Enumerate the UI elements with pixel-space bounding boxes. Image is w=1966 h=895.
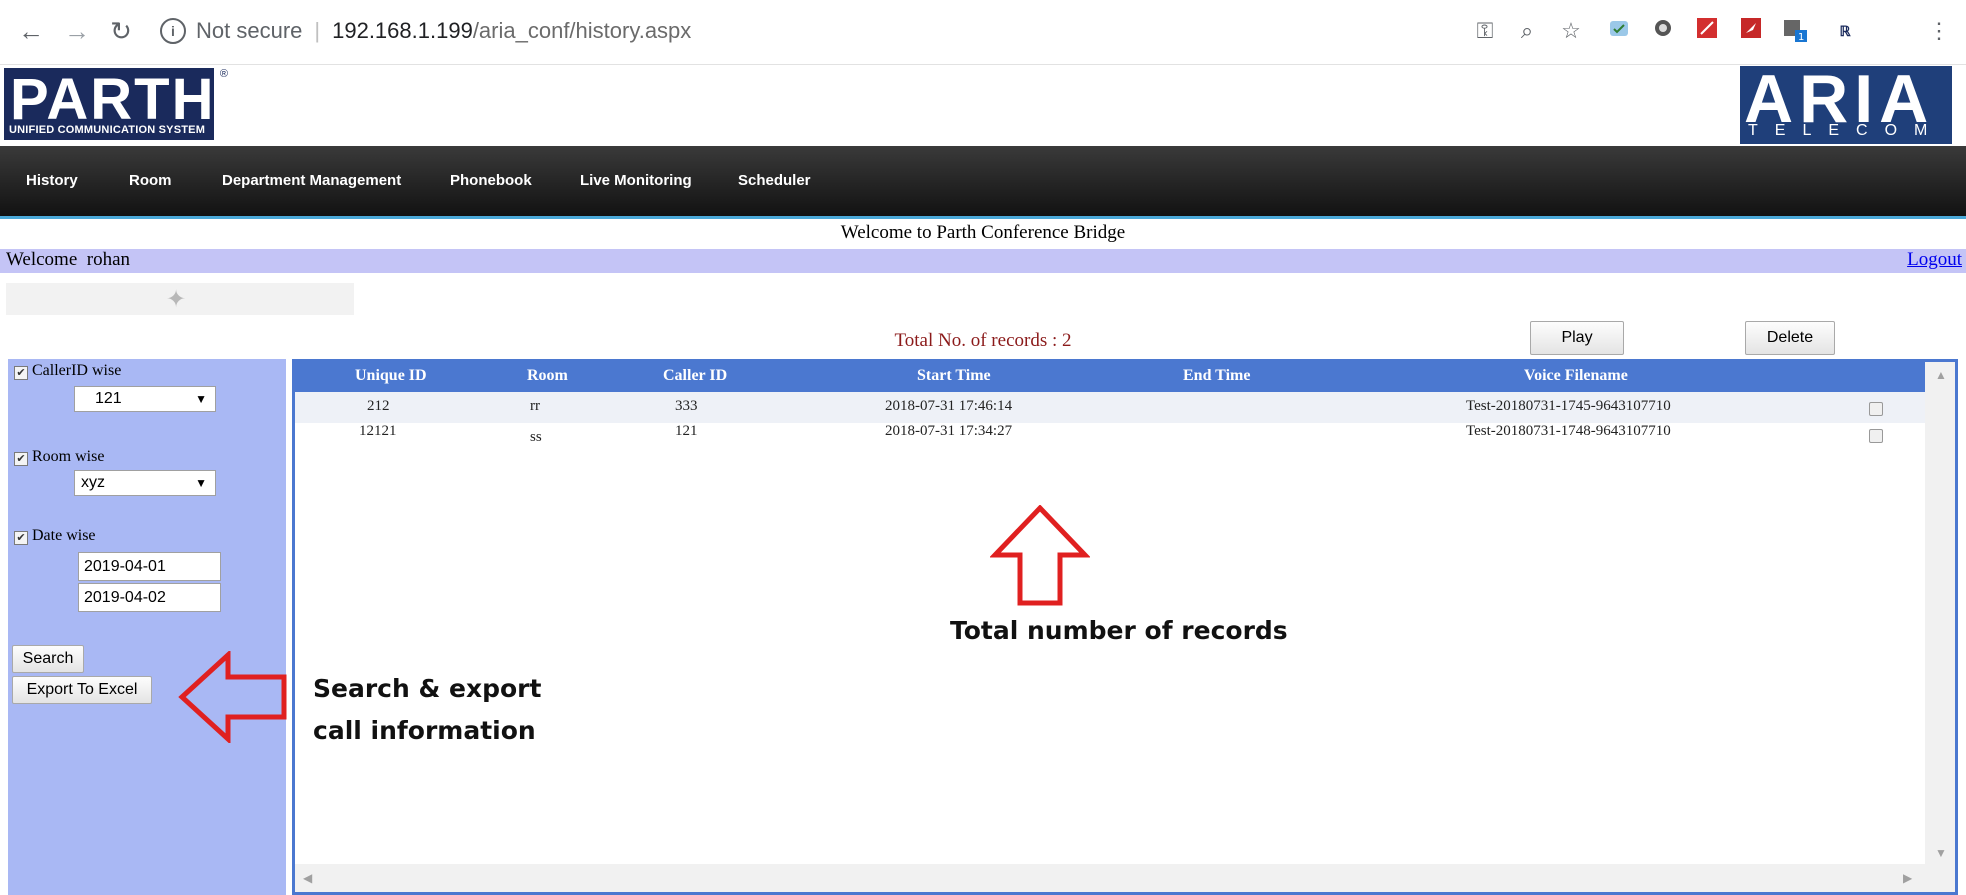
parth-logo-tagline: UNIFIED COMMUNICATION SYSTEM bbox=[9, 124, 206, 136]
svg-text:1: 1 bbox=[1798, 32, 1804, 43]
cell-caller-id: 121 bbox=[675, 423, 698, 439]
key-icon[interactable]: ⚿ bbox=[1470, 16, 1500, 46]
row-select-checkbox[interactable] bbox=[1869, 429, 1883, 443]
search-button[interactable]: Search bbox=[12, 645, 84, 673]
url-path: /aria_conf/history.aspx bbox=[472, 18, 692, 43]
cell-start-time: 2018-07-31 17:46:14 bbox=[885, 398, 1013, 414]
scroll-left-icon[interactable]: ◀ bbox=[303, 871, 312, 885]
info-icon[interactable]: i bbox=[160, 18, 186, 44]
up-arrow-annotation-icon bbox=[990, 505, 1090, 606]
cell-room: rr bbox=[530, 398, 540, 414]
date-to-field[interactable]: 2019-04-02 bbox=[78, 583, 221, 612]
col-end-time[interactable]: End Time bbox=[1183, 367, 1250, 385]
extension-pdf-icon[interactable] bbox=[1692, 16, 1722, 46]
grid-header: Unique ID Room Caller ID Start Time End … bbox=[295, 362, 1925, 392]
date-from-field[interactable]: 2019-04-01 bbox=[78, 552, 221, 581]
extension-rocket-icon[interactable] bbox=[1736, 16, 1766, 46]
forward-arrow-icon[interactable]: → bbox=[60, 14, 94, 48]
room-value: xyz bbox=[81, 474, 105, 491]
filter-panel: ✔ CallerID wise 121 ▼ ✔ Room wise xyz ▼ … bbox=[8, 359, 286, 895]
col-voice-filename[interactable]: Voice Filename bbox=[1524, 367, 1628, 385]
extension-shield-icon[interactable] bbox=[1604, 16, 1634, 46]
cell-voice-filename: Test-20180731-1745-9643107710 bbox=[1466, 398, 1671, 414]
zoom-icon[interactable]: ⌕ bbox=[1512, 16, 1542, 46]
scroll-right-icon[interactable]: ▶ bbox=[1903, 871, 1912, 885]
welcome-text: Welcome rohan bbox=[6, 249, 130, 271]
logout-link[interactable]: Logout bbox=[1907, 249, 1962, 271]
date-checkbox[interactable]: ✔ bbox=[14, 531, 28, 545]
col-caller-id[interactable]: Caller ID bbox=[663, 367, 727, 385]
cell-unique-id: 212 bbox=[367, 398, 390, 414]
main-nav: History Room Department Management Phone… bbox=[0, 146, 1966, 219]
extension-badge-icon[interactable]: 1 bbox=[1780, 16, 1810, 46]
nav-scheduler[interactable]: Scheduler bbox=[738, 172, 811, 189]
search-annotation-line2: call information bbox=[313, 716, 536, 745]
aria-logo-tagline: TELECOM bbox=[1748, 122, 1945, 139]
col-unique-id[interactable]: Unique ID bbox=[355, 367, 427, 385]
nav-history[interactable]: History bbox=[26, 172, 78, 189]
nav-room[interactable]: Room bbox=[129, 172, 172, 189]
parth-logo: PARTH UNIFIED COMMUNICATION SYSTEM ® bbox=[4, 67, 228, 140]
registered-icon: ® bbox=[219, 68, 228, 80]
left-arrow-annotation-icon bbox=[178, 651, 287, 743]
vertical-scrollbar[interactable]: ▲ ▼ bbox=[1925, 362, 1955, 892]
username: rohan bbox=[86, 249, 131, 270]
table-row[interactable]: 212 rr 333 2018-07-31 17:46:14 Test-2018… bbox=[295, 392, 1925, 423]
plugin-placeholder: ✦ bbox=[6, 283, 354, 315]
total-records: Total No. of records : 2 bbox=[894, 330, 1072, 351]
cell-room: ss bbox=[530, 429, 542, 445]
puzzle-piece-icon: ✦ bbox=[166, 287, 187, 313]
extension-circle-icon[interactable] bbox=[1648, 16, 1678, 46]
date-label: Date wise bbox=[32, 527, 96, 544]
menu-dots-icon[interactable]: ⋮ bbox=[1924, 16, 1954, 46]
search-annotation-line1: Search & export bbox=[313, 674, 542, 703]
nav-phonebook[interactable]: Phonebook bbox=[450, 172, 532, 189]
page-banner: Welcome to Parth Conference Bridge bbox=[840, 222, 1126, 243]
cell-unique-id: 12121 bbox=[359, 423, 397, 439]
address-separator: | bbox=[314, 18, 321, 43]
table-row[interactable]: 12121 ss 121 2018-07-31 17:34:27 Test-20… bbox=[295, 423, 1925, 454]
back-arrow-icon[interactable]: ← bbox=[14, 14, 48, 48]
chevron-down-icon: ▼ bbox=[195, 476, 207, 490]
chevron-down-icon: ▼ bbox=[195, 392, 207, 406]
callerid-select[interactable]: 121 ▼ bbox=[74, 386, 216, 412]
scroll-up-icon[interactable]: ▲ bbox=[1935, 368, 1947, 382]
callerid-label: CallerID wise bbox=[32, 362, 122, 379]
horizontal-scrollbar[interactable]: ◀ ▶ bbox=[295, 864, 1925, 892]
records-annotation: Total number of records bbox=[950, 616, 1288, 645]
cell-voice-filename: Test-20180731-1748-9643107710 bbox=[1466, 423, 1671, 439]
room-label: Room wise bbox=[32, 448, 105, 465]
aria-logo: ARIA TELECOM bbox=[1740, 61, 1952, 144]
col-room[interactable]: Room bbox=[527, 367, 568, 385]
nav-department-management[interactable]: Department Management bbox=[222, 172, 401, 189]
address-bar[interactable]: i Not secure | 192.168.1.199 /aria_conf/… bbox=[160, 10, 1420, 52]
callerid-value: 121 bbox=[95, 390, 122, 407]
url-host: 192.168.1.199 bbox=[332, 18, 473, 43]
callerid-checkbox[interactable]: ✔ bbox=[14, 366, 28, 380]
bookmark-star-icon[interactable]: ☆ bbox=[1556, 16, 1586, 46]
row-select-checkbox[interactable] bbox=[1869, 402, 1883, 416]
user-bar: Welcome rohan Logout bbox=[0, 249, 1966, 273]
cell-start-time: 2018-07-31 17:34:27 bbox=[885, 423, 1013, 439]
room-checkbox[interactable]: ✔ bbox=[14, 452, 28, 466]
security-label: Not secure bbox=[196, 18, 303, 43]
nav-live-monitoring[interactable]: Live Monitoring bbox=[580, 172, 692, 189]
extension-aria-icon[interactable]: ℝ bbox=[1830, 16, 1860, 46]
parth-logo-text: PARTH bbox=[10, 67, 216, 132]
browser-toolbar: ← → ↻ i Not secure | 192.168.1.199 /aria… bbox=[0, 0, 1966, 65]
room-select[interactable]: xyz ▼ bbox=[74, 470, 216, 496]
welcome-label: Welcome bbox=[6, 249, 78, 270]
col-start-time[interactable]: Start Time bbox=[917, 367, 991, 385]
reload-icon[interactable]: ↻ bbox=[104, 14, 138, 48]
export-excel-button[interactable]: Export To Excel bbox=[12, 676, 152, 704]
scroll-down-icon[interactable]: ▼ bbox=[1935, 846, 1947, 860]
cell-caller-id: 333 bbox=[675, 398, 698, 414]
